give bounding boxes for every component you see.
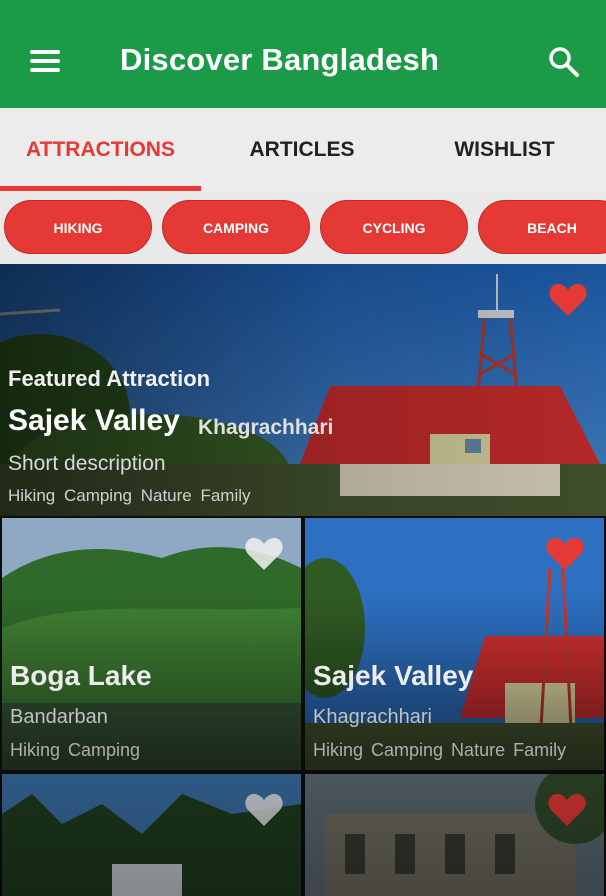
tab-wishlist[interactable]: WISHLIST: [403, 108, 606, 192]
heart-icon-filled[interactable]: [548, 282, 588, 318]
card-location: Khagrachhari: [313, 706, 432, 728]
chip-hiking[interactable]: HIKING: [4, 200, 152, 254]
menu-icon[interactable]: [28, 46, 64, 78]
chip-camping[interactable]: CAMPING: [162, 200, 310, 254]
category-chip-bar: HIKING CAMPING CYCLING BEACH: [0, 192, 606, 264]
search-icon[interactable]: [546, 44, 582, 80]
attraction-card[interactable]: [305, 774, 604, 896]
tab-bar: ATTRACTIONS ARTICLES WISHLIST: [0, 108, 606, 192]
tab-articles[interactable]: ARTICLES: [201, 108, 403, 192]
tab-attractions[interactable]: ATTRACTIONS: [0, 108, 201, 192]
chip-cycling[interactable]: CYCLING: [320, 200, 468, 254]
card-tags: Hiking Camping Nature Family: [313, 740, 567, 760]
tab-indicator: [0, 186, 201, 191]
app-title: Discover Bangladesh: [120, 42, 440, 77]
heart-icon-filled[interactable]: [545, 536, 585, 572]
card-tags: Hiking Camping: [10, 740, 141, 760]
attraction-card[interactable]: [2, 774, 301, 896]
heart-icon-outline[interactable]: [244, 536, 284, 572]
app-bar: Discover Bangladesh: [0, 0, 606, 108]
chip-beach[interactable]: BEACH: [478, 200, 606, 254]
featured-name: Sajek Valley: [8, 404, 180, 437]
attraction-card-sajek-valley[interactable]: Sajek Valley Khagrachhari Hiking Camping…: [305, 518, 604, 770]
heart-icon-outline[interactable]: [244, 792, 284, 828]
card-name: Sajek Valley: [313, 660, 474, 691]
card-name: Boga Lake: [10, 660, 152, 691]
card-location: Bandarban: [10, 706, 108, 728]
featured-tags: Hiking Camping Nature Family: [8, 486, 251, 505]
heart-icon-filled[interactable]: [547, 792, 587, 828]
featured-label: Featured Attraction: [8, 366, 211, 391]
featured-description: Short description: [8, 452, 166, 475]
featured-location: Khagrachhari: [198, 416, 334, 439]
attraction-card-boga-lake[interactable]: Boga Lake Bandarban Hiking Camping: [2, 518, 301, 770]
featured-attraction-card[interactable]: Featured Attraction Sajek Valley Khagrac…: [0, 264, 606, 516]
